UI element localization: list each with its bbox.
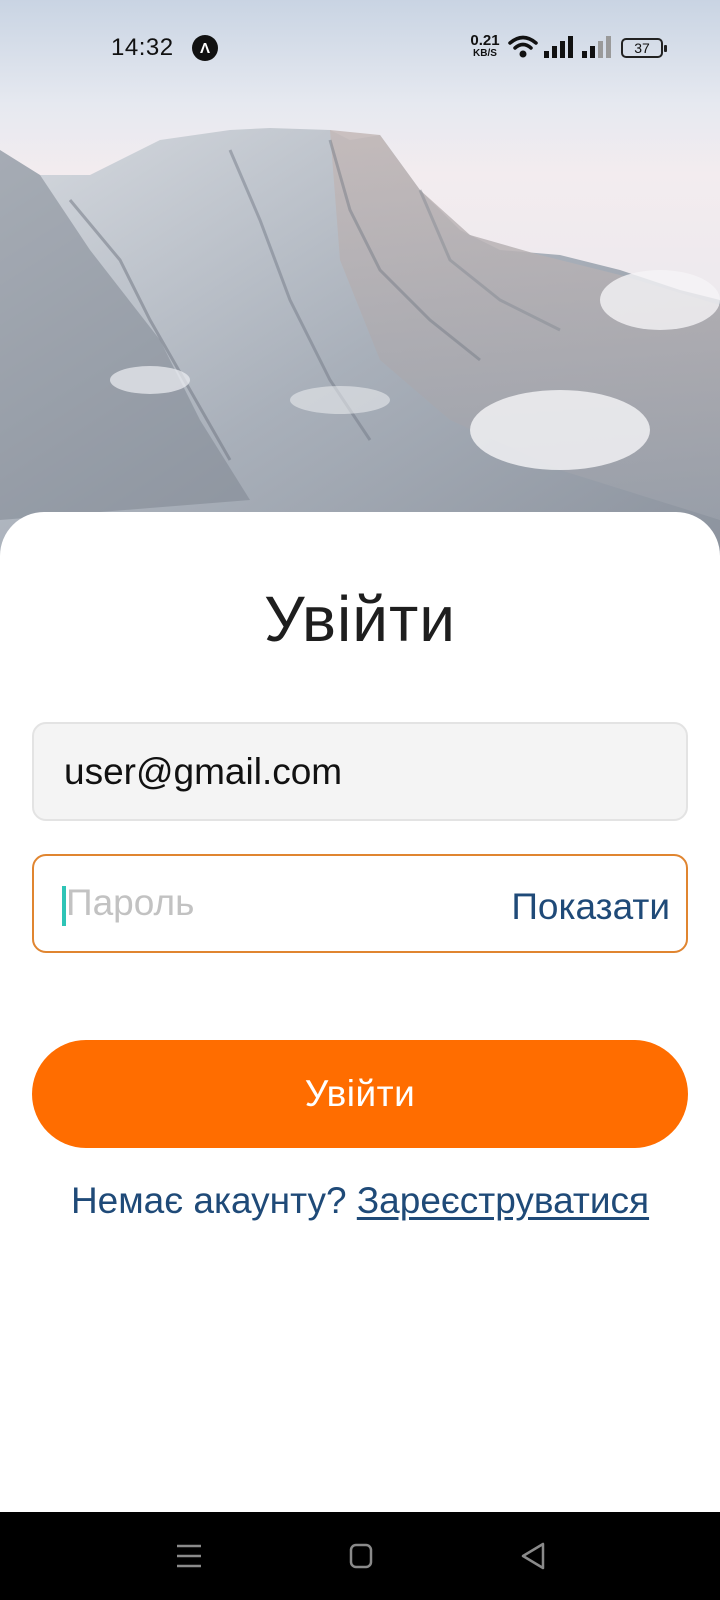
network-speed: 0.21 KB/S [468, 33, 502, 60]
home-icon[interactable] [349, 1543, 373, 1569]
menu-icon[interactable] [176, 1543, 202, 1569]
wifi-icon [508, 35, 538, 58]
battery-icon: 37 [621, 38, 667, 58]
signal-icon [582, 36, 611, 58]
status-time: 14:32 [111, 34, 174, 61]
password-placeholder: Пароль [66, 882, 195, 923]
login-button[interactable]: Увійти [32, 1040, 688, 1148]
register-link[interactable]: Зареєструватися [357, 1180, 649, 1221]
login-card [0, 512, 720, 1512]
show-password-button[interactable]: Показати [511, 886, 670, 928]
network-speed-unit: KB/S [473, 48, 497, 59]
email-value: user@gmail.com [64, 750, 343, 792]
page-title: Увійти [263, 583, 457, 655]
back-icon[interactable] [520, 1542, 546, 1570]
signal-icon [544, 36, 573, 58]
navigation-bar [0, 1512, 720, 1600]
login-screen: 14:32 Λ 0.21 KB/S 37 Увійти user@gmail.c… [0, 0, 720, 1600]
email-field[interactable]: user@gmail.com [32, 722, 688, 821]
status-bar: 14:32 Λ 0.21 KB/S 37 [0, 0, 720, 96]
app-notification-icon: Λ [192, 35, 218, 61]
no-account-text: Немає акаунту? [70, 1180, 347, 1221]
signup-prompt: Немає акаунту? Зареєструватися [0, 1180, 720, 1222]
password-field[interactable]: Пароль Показати [32, 854, 688, 953]
